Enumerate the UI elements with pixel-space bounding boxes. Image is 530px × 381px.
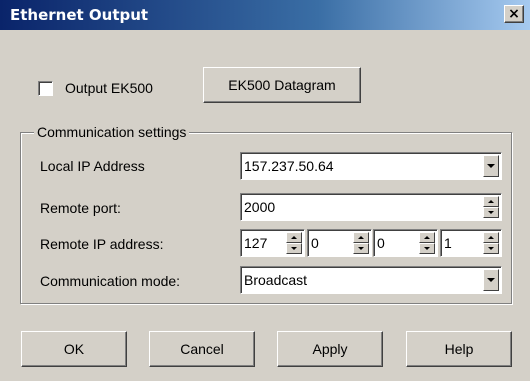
spin-up-icon: [488, 236, 494, 239]
cancel-label: Cancel: [180, 341, 224, 357]
output-ek500-label[interactable]: Output EK500: [65, 80, 153, 96]
ek500-datagram-label: EK500 Datagram: [228, 77, 336, 93]
spin-down-icon: [291, 247, 297, 250]
local-ip-dropdown-button[interactable]: [483, 155, 499, 177]
remote-ip-octet-3[interactable]: 0: [373, 229, 438, 257]
window-title: Ethernet Output: [10, 6, 149, 24]
spin-up-button[interactable]: [483, 232, 499, 243]
spin-down-button[interactable]: [483, 207, 499, 218]
spin-up-button[interactable]: [286, 232, 302, 243]
remote-ip-label: Remote IP address:: [40, 236, 164, 252]
spin-up-button[interactable]: [353, 232, 369, 243]
output-ek500-checkbox[interactable]: [38, 81, 53, 96]
comm-mode-value: Broadcast: [244, 272, 308, 288]
remote-port-field[interactable]: 2000: [240, 193, 502, 221]
title-bar: Ethernet Output ×: [0, 0, 530, 30]
help-label: Help: [444, 341, 474, 357]
remote-ip-octet-4-value: 1: [444, 235, 452, 251]
remote-ip-octet-2-value: 0: [311, 235, 319, 251]
spin-down-button[interactable]: [286, 243, 302, 254]
ok-label: OK: [63, 341, 85, 357]
chevron-down-icon: [487, 164, 495, 168]
local-ip-dropdown[interactable]: 157.237.50.64: [240, 152, 502, 180]
remote-port-value: 2000: [244, 199, 276, 215]
local-ip-label: Local IP Address: [40, 158, 145, 174]
communication-settings-title: Communication settings: [34, 124, 190, 140]
spin-up-button[interactable]: [483, 196, 499, 207]
ek500-datagram-button[interactable]: EK500 Datagram: [203, 67, 361, 103]
spin-down-button[interactable]: [419, 243, 435, 254]
remote-ip-octet-4[interactable]: 1: [440, 229, 502, 257]
spin-up-icon: [488, 200, 494, 203]
spin-down-icon: [488, 211, 494, 214]
comm-mode-label: Communication mode:: [40, 273, 181, 289]
spin-down-icon: [488, 247, 494, 250]
remote-ip-octet-2-spinner[interactable]: [353, 232, 369, 254]
spin-down-icon: [424, 247, 430, 250]
spin-up-icon: [424, 236, 430, 239]
spin-up-icon: [291, 236, 297, 239]
spin-up-icon: [358, 236, 364, 239]
cancel-button[interactable]: Cancel: [149, 331, 255, 367]
close-button[interactable]: ×: [504, 5, 524, 23]
comm-mode-dropdown[interactable]: Broadcast: [240, 266, 502, 294]
spin-down-button[interactable]: [483, 243, 499, 254]
remote-ip-octet-2[interactable]: 0: [307, 229, 372, 257]
remote-ip-octet-3-value: 0: [377, 235, 385, 251]
remote-ip-octet-1[interactable]: 127: [240, 229, 305, 257]
remote-ip-octet-1-value: 127: [244, 235, 268, 251]
spin-down-button[interactable]: [353, 243, 369, 254]
remote-ip-octet-3-spinner[interactable]: [419, 232, 435, 254]
local-ip-value: 157.237.50.64: [244, 158, 334, 174]
remote-ip-octet-1-spinner[interactable]: [286, 232, 302, 254]
close-icon: ×: [508, 6, 520, 22]
ok-button[interactable]: OK: [21, 331, 127, 367]
comm-mode-dropdown-button[interactable]: [483, 269, 499, 291]
chevron-down-icon: [487, 278, 495, 282]
remote-port-label: Remote port:: [40, 200, 121, 216]
help-button[interactable]: Help: [406, 331, 512, 367]
apply-label: Apply: [312, 341, 348, 357]
remote-port-spinner[interactable]: [483, 196, 499, 218]
remote-ip-octet-4-spinner[interactable]: [483, 232, 499, 254]
spin-up-button[interactable]: [419, 232, 435, 243]
apply-button[interactable]: Apply: [277, 331, 383, 367]
ethernet-output-dialog: Ethernet Output × Output EK500 EK500 Dat…: [0, 0, 530, 381]
spin-down-icon: [358, 247, 364, 250]
